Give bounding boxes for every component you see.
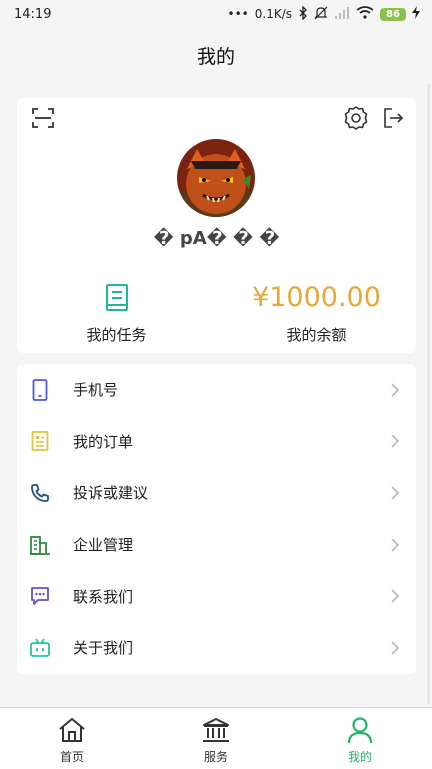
menu-item-enterprise[interactable]: 企业管理 (17, 519, 416, 571)
battery-icon: 86 (380, 7, 406, 21)
scrollbar[interactable] (427, 84, 430, 704)
menu-item-label: 联系我们 (73, 587, 134, 606)
status-time: 14:19 (14, 6, 52, 22)
menu-item-label: 关于我们 (73, 639, 134, 658)
signal-icon (334, 6, 350, 22)
menu-item-label: 企业管理 (73, 536, 134, 555)
menu-item-phone[interactable]: 手机号 (17, 364, 416, 416)
status-icons: ••• 0.1K/s 86 (227, 4, 420, 23)
menu-item-feedback[interactable]: 投诉或建议 (17, 467, 416, 519)
mute-icon (314, 6, 328, 23)
my-balance-button[interactable]: ¥1000.00 我的余额 (217, 278, 416, 345)
menu-item-contact[interactable]: 联系我们 (17, 570, 416, 622)
chevron-right-icon (391, 589, 400, 603)
chevron-right-icon (391, 434, 400, 449)
page-title: 我的 (196, 45, 235, 68)
wifi-icon (356, 6, 374, 22)
more-dots-icon: ••• (227, 7, 249, 21)
building-icon (29, 534, 51, 556)
menu-card: 手机号 我的订单 投诉或建议 企业管理 联系我们 关于我们 (17, 364, 416, 674)
bank-icon (203, 718, 229, 742)
chevron-right-icon (391, 486, 400, 500)
chevron-right-icon (391, 383, 400, 397)
menu-item-label: 手机号 (73, 381, 119, 400)
tv-icon (29, 637, 51, 659)
balance-value: ¥1000.00 (252, 282, 381, 313)
status-bar: 14:19 ••• 0.1K/s 86 (0, 0, 432, 28)
profile-card: � pA� � � 我的任务 ¥1000.00 我的余额 (17, 98, 416, 353)
order-list-icon (29, 430, 51, 452)
menu-item-label: 我的订单 (73, 432, 134, 451)
task-book-icon (105, 284, 128, 311)
settings-icon[interactable] (343, 105, 369, 131)
chevron-right-icon (391, 641, 400, 655)
nav-services[interactable]: 服务 (144, 708, 288, 769)
nav-mine[interactable]: 我的 (288, 708, 432, 769)
scan-icon[interactable] (31, 106, 55, 130)
menu-item-label: 投诉或建议 (73, 484, 149, 503)
phone-icon (29, 378, 51, 401)
charging-icon (412, 6, 420, 22)
username: � pA� � � (153, 228, 280, 249)
bluetooth-icon (298, 4, 308, 23)
call-icon (29, 482, 51, 504)
nav-home[interactable]: 首页 (0, 708, 144, 769)
bottom-nav: 首页 服务 我的 (0, 707, 432, 769)
nav-mine-label: 我的 (347, 750, 372, 764)
header: 我的 (0, 28, 432, 82)
chevron-right-icon (391, 537, 400, 552)
my-tasks-button[interactable]: 我的任务 (17, 278, 216, 345)
person-icon (347, 717, 373, 744)
nav-home-label: 首页 (59, 750, 84, 764)
logout-icon[interactable] (381, 106, 405, 130)
chat-icon (29, 585, 51, 607)
avatar[interactable] (177, 139, 255, 217)
menu-item-about[interactable]: 关于我们 (17, 622, 416, 674)
my-balance-label: 我的余额 (286, 326, 347, 344)
my-tasks-label: 我的任务 (86, 326, 147, 344)
home-icon (59, 717, 85, 742)
network-speed: 0.1K/s (254, 7, 292, 21)
menu-item-orders[interactable]: 我的订单 (17, 416, 416, 468)
nav-services-label: 服务 (203, 750, 228, 764)
